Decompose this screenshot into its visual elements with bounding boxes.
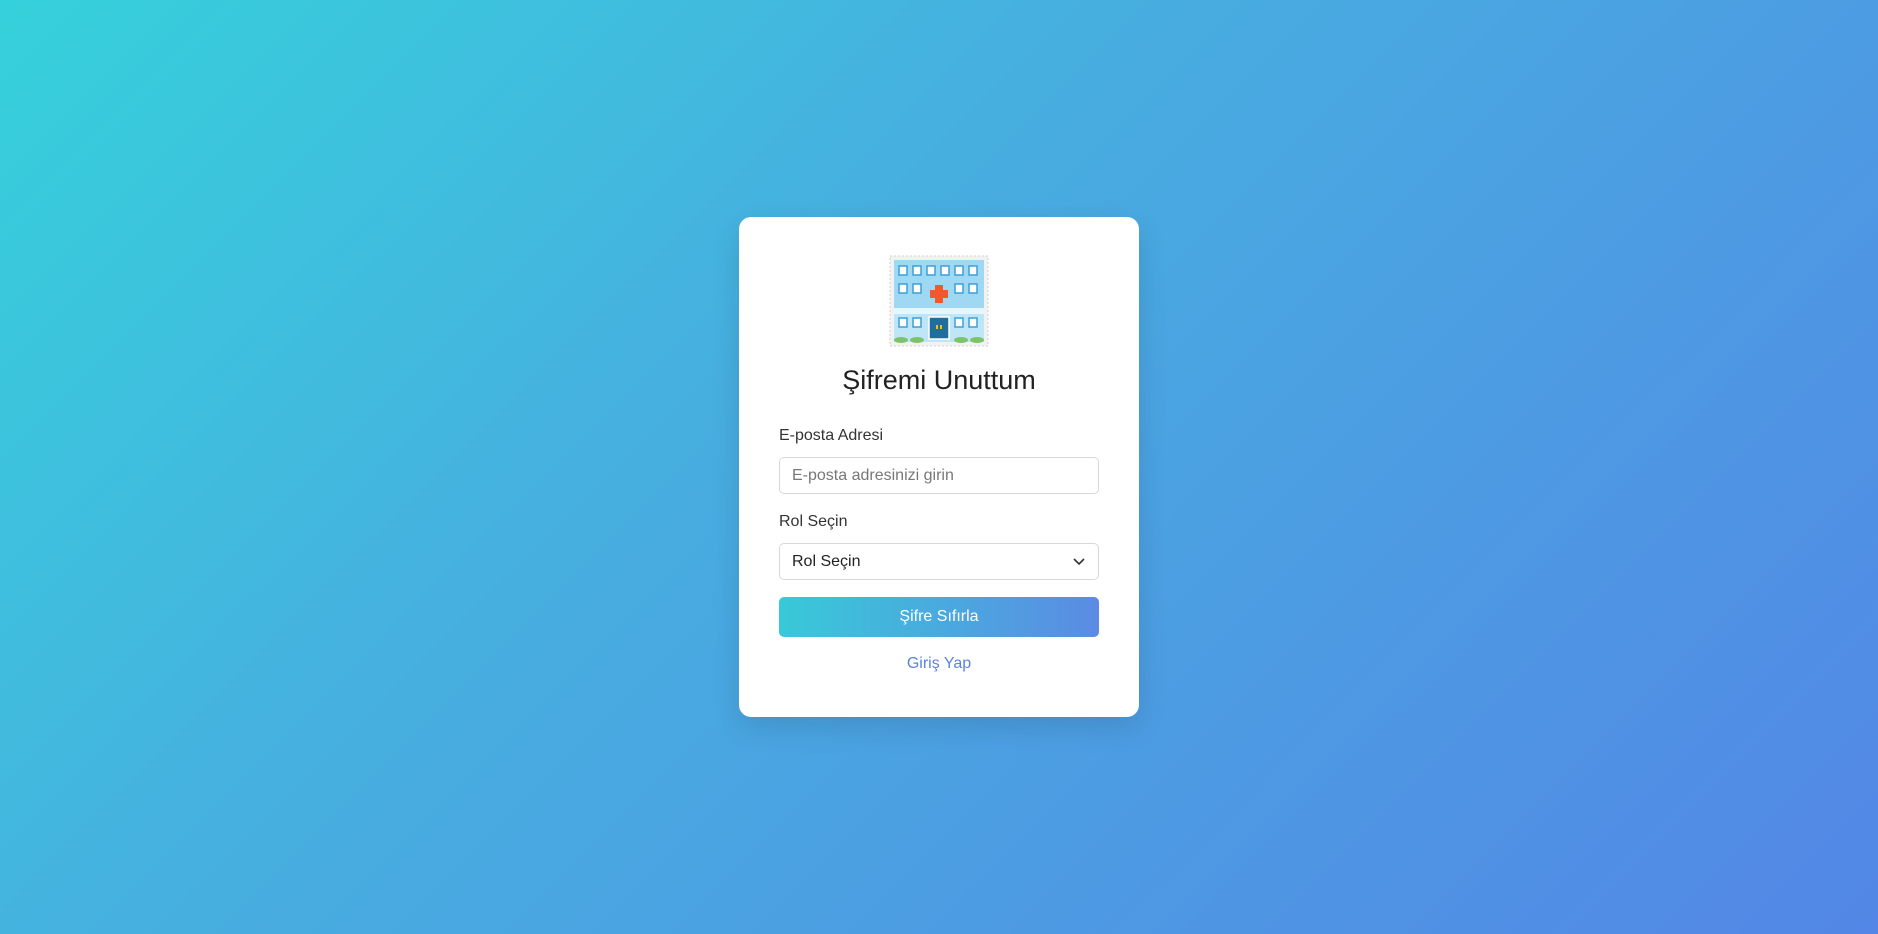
forgot-password-card: Şifremi Unuttum E-posta Adresi Rol Seçin… (739, 217, 1139, 717)
role-select-value: Rol Seçin (792, 552, 861, 570)
chevron-down-icon (1072, 555, 1086, 569)
reset-password-button[interactable]: Şifre Sıfırla (779, 597, 1099, 637)
email-label: E-posta Adresi (779, 427, 884, 444)
page-title: Şifremi Unuttum (842, 365, 1036, 395)
role-label: Rol Seçin (779, 513, 848, 530)
hospital-icon (889, 255, 989, 347)
email-input[interactable] (779, 457, 1099, 494)
login-link[interactable]: Giriş Yap (739, 655, 1139, 673)
role-select[interactable]: Rol Seçin (779, 543, 1099, 580)
